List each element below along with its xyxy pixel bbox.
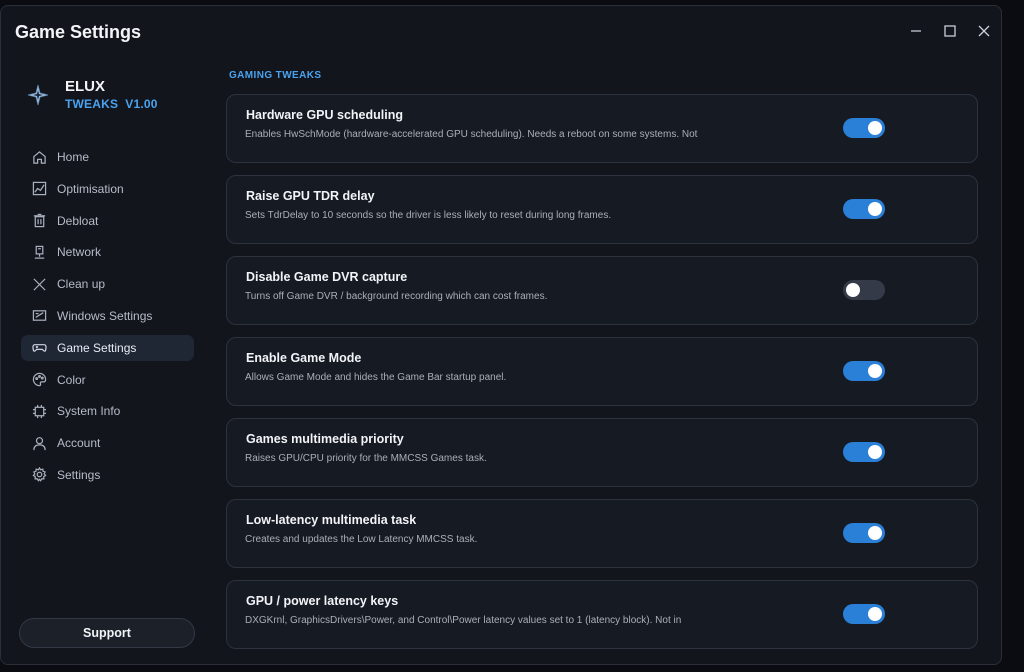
brand-name: ELUX bbox=[65, 78, 106, 95]
tweak-title: Raise GPU TDR delay bbox=[246, 189, 375, 203]
window-title: Game Settings bbox=[15, 22, 142, 42]
chip-icon bbox=[31, 403, 47, 419]
toggle-knob bbox=[868, 364, 882, 378]
tweak-toggle[interactable] bbox=[843, 199, 885, 219]
window-settings-icon bbox=[31, 308, 47, 324]
sidebar-item-system-info[interactable]: System Info bbox=[21, 398, 194, 424]
toggle-knob bbox=[868, 607, 882, 621]
sidebar-item-label: Account bbox=[57, 436, 101, 451]
toggle-knob bbox=[868, 202, 882, 216]
app-window: Game Settings ELUX TWEAKS V1.00 Home Opt… bbox=[0, 5, 1002, 665]
maximize-icon bbox=[944, 25, 956, 37]
sidebar-item-network[interactable]: Network bbox=[21, 239, 194, 265]
tweak-description: Sets TdrDelay to 10 seconds so the drive… bbox=[245, 210, 612, 221]
title-bar: Game Settings bbox=[1, 6, 1001, 58]
tweak-description: Enables HwSchMode (hardware-accelerated … bbox=[245, 129, 698, 140]
brand-subtitle: TWEAKS V1.00 bbox=[65, 97, 158, 111]
gear-icon bbox=[31, 467, 47, 483]
tweak-card: Games multimedia priority Raises GPU/CPU… bbox=[226, 418, 978, 487]
minimize-button[interactable] bbox=[899, 18, 933, 44]
tweak-description: Turns off Game DVR / background recordin… bbox=[245, 291, 548, 302]
gamepad-icon bbox=[31, 340, 47, 356]
sidebar-item-game-settings[interactable]: Game Settings bbox=[21, 334, 194, 361]
sidebar-item-settings[interactable]: Settings bbox=[21, 462, 194, 488]
window-controls bbox=[899, 18, 1001, 44]
sidebar-item-debloat[interactable]: Debloat bbox=[21, 208, 194, 234]
tweak-title: Enable Game Mode bbox=[246, 351, 362, 365]
sidebar-item-label: Settings bbox=[57, 467, 101, 482]
tweak-toggle[interactable] bbox=[843, 604, 885, 624]
user-icon bbox=[31, 435, 47, 451]
tweak-card: Enable Game Mode Allows Game Mode and hi… bbox=[226, 337, 978, 406]
sidebar-item-account[interactable]: Account bbox=[21, 430, 194, 456]
chart-icon bbox=[31, 181, 47, 197]
sidebar-item-windows-settings[interactable]: Windows Settings bbox=[21, 303, 194, 329]
minimize-icon bbox=[911, 30, 921, 32]
tweak-description: Raises GPU/CPU priority for the MMCSS Ga… bbox=[245, 453, 487, 464]
tweak-toggle[interactable] bbox=[843, 280, 885, 300]
tweak-title: Low-latency multimedia task bbox=[246, 513, 417, 527]
tweak-toggle[interactable] bbox=[843, 523, 885, 543]
brand: ELUX TWEAKS V1.00 bbox=[27, 78, 158, 112]
sidebar-item-label: Game Settings bbox=[57, 340, 137, 355]
toggle-knob bbox=[846, 283, 860, 297]
broom-icon bbox=[31, 276, 47, 292]
section-title: GAMING TWEAKS bbox=[229, 70, 322, 81]
close-button[interactable] bbox=[967, 18, 1001, 44]
sidebar-item-label: Optimisation bbox=[57, 181, 124, 196]
tweak-card: Disable Game DVR capture Turns off Game … bbox=[226, 256, 978, 325]
support-button[interactable]: Support bbox=[19, 618, 195, 648]
tweak-title: Games multimedia priority bbox=[246, 432, 404, 446]
sidebar-item-optimisation[interactable]: Optimisation bbox=[21, 176, 194, 202]
tweak-list: Hardware GPU scheduling Enables HwSchMod… bbox=[226, 94, 978, 661]
tweak-card: Raise GPU TDR delay Sets TdrDelay to 10 … bbox=[226, 175, 978, 244]
sidebar-item-label: System Info bbox=[57, 404, 121, 419]
tweak-card: GPU / power latency keys DXGKrnl, Graphi… bbox=[226, 580, 978, 649]
sidebar-item-label: Clean up bbox=[57, 277, 106, 292]
sidebar: ELUX TWEAKS V1.00 Home Optimisation Debl… bbox=[1, 58, 209, 664]
toggle-knob bbox=[868, 526, 882, 540]
tweak-toggle[interactable] bbox=[843, 442, 885, 462]
tweak-description: DXGKrnl, GraphicsDrivers\Power, and Cont… bbox=[245, 615, 682, 626]
tweak-title: Disable Game DVR capture bbox=[246, 270, 408, 284]
sidebar-nav: Home Optimisation Debloat Network Clean … bbox=[21, 144, 194, 494]
sidebar-item-color[interactable]: Color bbox=[21, 367, 194, 393]
toggle-knob bbox=[868, 445, 882, 459]
sidebar-item-label: Color bbox=[57, 372, 86, 387]
home-icon bbox=[31, 149, 47, 165]
tweak-title: GPU / power latency keys bbox=[246, 594, 399, 608]
toggle-knob bbox=[868, 121, 882, 135]
sidebar-item-label: Debloat bbox=[57, 213, 99, 228]
trash-icon bbox=[31, 213, 47, 229]
tweak-description: Allows Game Mode and hides the Game Bar … bbox=[245, 372, 507, 383]
close-icon bbox=[978, 25, 990, 37]
network-icon bbox=[31, 244, 47, 260]
tweak-toggle[interactable] bbox=[843, 361, 885, 381]
sidebar-item-label: Network bbox=[57, 245, 102, 260]
palette-icon bbox=[31, 372, 47, 388]
star-sparkle-icon bbox=[27, 84, 49, 106]
main-content: GAMING TWEAKS Hardware GPU scheduling En… bbox=[209, 58, 1001, 664]
maximize-button[interactable] bbox=[933, 18, 967, 44]
sidebar-item-home[interactable]: Home bbox=[21, 144, 194, 170]
tweak-toggle[interactable] bbox=[843, 118, 885, 138]
sidebar-item-label: Windows Settings bbox=[57, 308, 153, 323]
tweak-title: Hardware GPU scheduling bbox=[246, 108, 403, 122]
tweak-description: Creates and updates the Low Latency MMCS… bbox=[245, 534, 478, 545]
tweak-card: Hardware GPU scheduling Enables HwSchMod… bbox=[226, 94, 978, 163]
sidebar-item-label: Home bbox=[57, 150, 90, 164]
tweak-card: Low-latency multimedia task Creates and … bbox=[226, 499, 978, 568]
sidebar-item-clean-up[interactable]: Clean up bbox=[21, 271, 194, 297]
